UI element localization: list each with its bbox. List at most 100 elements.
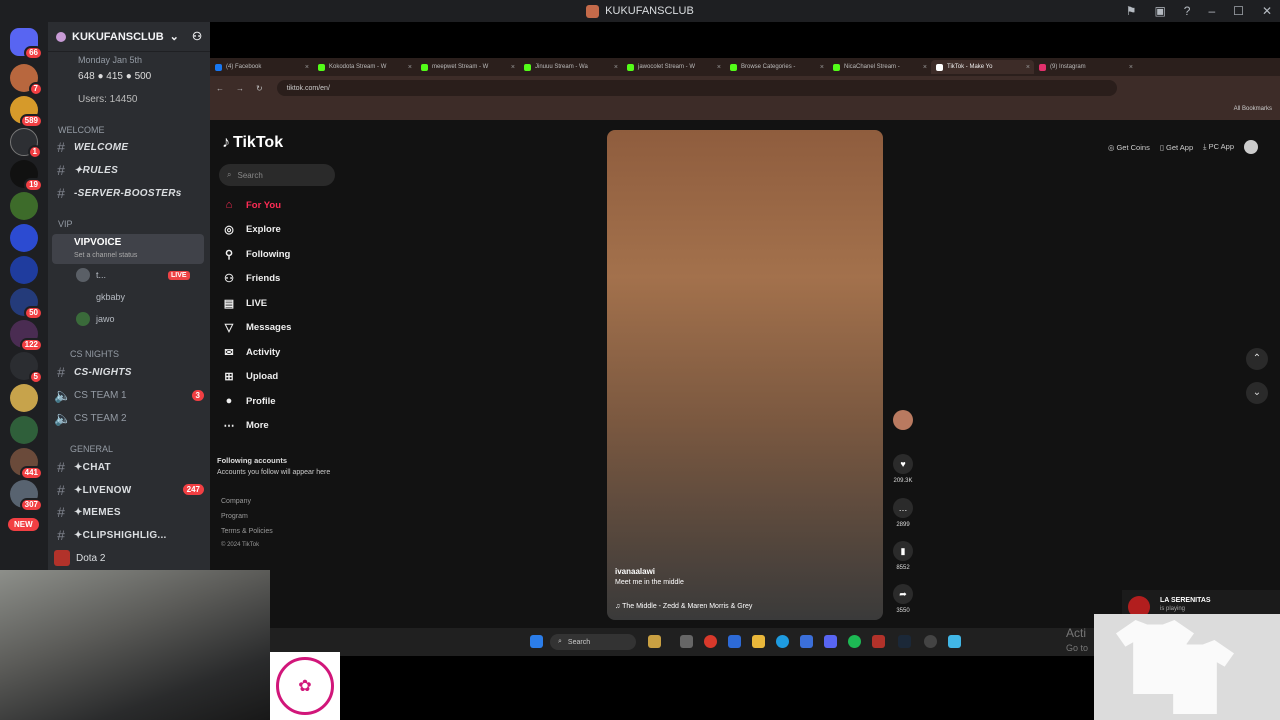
app-icon[interactable] (924, 635, 937, 648)
server-icon[interactable]: 5 (10, 352, 43, 384)
url-field[interactable]: tiktok.com/en/ (276, 80, 1117, 96)
video-song[interactable]: ♫ The Middle - Zedd & Maren Morris & Gre… (615, 603, 752, 610)
comment-button[interactable]: … 2899 (892, 498, 914, 528)
close-tab-icon[interactable]: × (923, 64, 927, 71)
channel-welcome[interactable]: # WELCOME (54, 137, 128, 157)
voice-channel-cs-team-2[interactable]: 🔈 CS TEAM 2 (54, 408, 127, 428)
app-icon[interactable] (648, 635, 661, 648)
channel-memes[interactable]: # ✦MEMES (54, 502, 121, 522)
close-tab-icon[interactable]: × (408, 64, 412, 71)
previous-video-button[interactable]: ⌃ (1246, 348, 1268, 370)
voice-channel-cs-team-1[interactable]: 🔈 CS TEAM 1 (54, 385, 127, 405)
pc-app-button[interactable]: ⤓ PC App (1203, 142, 1234, 152)
nav-messages[interactable]: ▽ Messages (222, 319, 292, 337)
close-tab-icon[interactable]: × (1026, 64, 1030, 71)
channel-livenow[interactable]: # ✦LIVENOW (54, 480, 131, 500)
server-icon[interactable] (10, 256, 38, 284)
server-icon[interactable] (10, 224, 38, 252)
search-input[interactable]: ⌕ Search (219, 164, 335, 186)
store-icon[interactable] (800, 635, 813, 648)
browser-tab[interactable]: jawocolet Stream - W × (622, 60, 725, 74)
server-icon[interactable] (10, 384, 38, 412)
folder-icon[interactable] (752, 635, 765, 648)
back-icon[interactable]: ← (210, 84, 230, 93)
steam-icon[interactable] (898, 635, 911, 648)
tiktok-logo[interactable]: ♪ TikTok (222, 134, 283, 152)
direct-messages-icon[interactable]: 66 (10, 28, 43, 60)
app-icon[interactable] (948, 635, 961, 648)
forward-icon[interactable]: → (230, 84, 250, 93)
voice-user[interactable]: gkbaby (76, 288, 125, 306)
close-tab-icon[interactable]: × (820, 64, 824, 71)
server-icon[interactable]: 19 (10, 160, 43, 192)
minimize-button[interactable]: – (1208, 4, 1215, 18)
taskbar-search[interactable]: ⌕ Search (550, 634, 636, 650)
discord-icon[interactable] (824, 635, 837, 648)
channel-chat[interactable]: # ✦CHAT (54, 457, 111, 477)
server-icon[interactable]: 122 (10, 320, 43, 352)
server-icon[interactable]: 307 (10, 480, 43, 512)
close-tab-icon[interactable]: × (614, 64, 618, 71)
share-button[interactable]: ➦ 3550 (892, 584, 914, 614)
video-player[interactable]: ivanaalawi Meet me in the middle ♫ The M… (607, 130, 883, 620)
dota-icon[interactable] (872, 635, 885, 648)
server-icon[interactable] (10, 416, 38, 444)
nav-friends[interactable]: ⚇ Friends (222, 270, 280, 288)
server-header[interactable]: KUKUFANSCLUB ⌄ ⚇ (48, 22, 210, 52)
browser-tab[interactable]: TikTok - Make Yo × (931, 60, 1034, 74)
nav-activity[interactable]: ✉ Activity (222, 343, 280, 361)
channel-clipshighlights[interactable]: # ✦CLIPSHIGHLIG... (54, 525, 167, 545)
get-app-button[interactable]: ▯ Get App (1160, 143, 1193, 152)
nav-for-you[interactable]: ⌂ For You (222, 196, 281, 214)
reload-icon[interactable]: ↻ (250, 84, 269, 93)
new-badge[interactable]: NEW (8, 518, 39, 531)
creator-avatar[interactable] (892, 410, 914, 434)
browser-tab[interactable]: (4) Facebook × (210, 60, 313, 74)
get-coins-button[interactable]: ◎ Get Coins (1108, 143, 1150, 152)
browser-tab[interactable]: (9) Instagram × (1034, 60, 1137, 74)
close-tab-icon[interactable]: × (717, 64, 721, 71)
footer-link[interactable]: Company (221, 498, 251, 505)
channel-cs-nights[interactable]: # CS-NIGHTS (54, 362, 132, 382)
server-icon[interactable] (10, 192, 38, 220)
start-icon[interactable] (530, 635, 543, 648)
next-video-button[interactable]: ⌄ (1246, 382, 1268, 404)
voice-channel-vipvoice[interactable]: VIPVOICE Set a channel status (52, 234, 204, 264)
channel-server-boosters[interactable]: # -SERVER-BOOSTERs (54, 183, 182, 203)
nav-following[interactable]: ⚲ Following (222, 245, 290, 263)
app-icon[interactable] (680, 635, 693, 648)
close-tab-icon[interactable]: × (511, 64, 515, 71)
close-tab-icon[interactable]: × (305, 64, 309, 71)
save-button[interactable]: ▮ 8552 (892, 541, 914, 571)
server-icon[interactable]: 1 (10, 128, 42, 159)
all-bookmarks[interactable]: All Bookmarks (1234, 106, 1272, 112)
close-button[interactable]: ✕ (1262, 4, 1272, 18)
browser-tab[interactable]: Kokodota Stream - W × (313, 60, 416, 74)
browser-tab[interactable]: Browse Categories - × (725, 60, 828, 74)
like-button[interactable]: ♥ 209.3K (892, 454, 914, 484)
maximize-button[interactable]: ☐ (1233, 4, 1244, 18)
video-author[interactable]: ivanaalawi (615, 567, 655, 576)
server-icon[interactable]: 50 (10, 288, 43, 320)
inbox-icon[interactable]: ⚑ (1126, 4, 1137, 18)
channel-rules[interactable]: # ✦RULES (54, 160, 118, 180)
nav-explore[interactable]: ◎ Explore (222, 221, 281, 239)
category-general[interactable]: GENERAL (70, 444, 113, 454)
category-cs-nights[interactable]: CS NIGHTS (70, 349, 119, 359)
server-icon[interactable]: 7 (10, 64, 43, 96)
help-icon[interactable]: ? (1184, 4, 1191, 18)
browser-tab[interactable]: NicaChanel Stream - × (828, 60, 931, 74)
category-vip[interactable]: VIP (58, 219, 73, 229)
game-activity[interactable]: Dota 2 (54, 549, 105, 567)
browser-tab[interactable]: Jinuuu Stream - Wa × (519, 60, 622, 74)
footer-link[interactable]: Terms & Policies (221, 528, 273, 535)
add-member-icon[interactable]: ⚇ (192, 30, 202, 43)
close-tab-icon[interactable]: × (1129, 64, 1133, 71)
server-icon[interactable]: 589 (10, 96, 43, 128)
voice-user[interactable]: t... LIVE (76, 266, 190, 284)
app-icon[interactable] (728, 635, 741, 648)
edge-icon[interactable] (776, 635, 789, 648)
nav-live[interactable]: ▤ LIVE (222, 294, 267, 312)
nav-upload[interactable]: ⊞ Upload (222, 368, 278, 386)
avatar[interactable] (1244, 140, 1258, 154)
